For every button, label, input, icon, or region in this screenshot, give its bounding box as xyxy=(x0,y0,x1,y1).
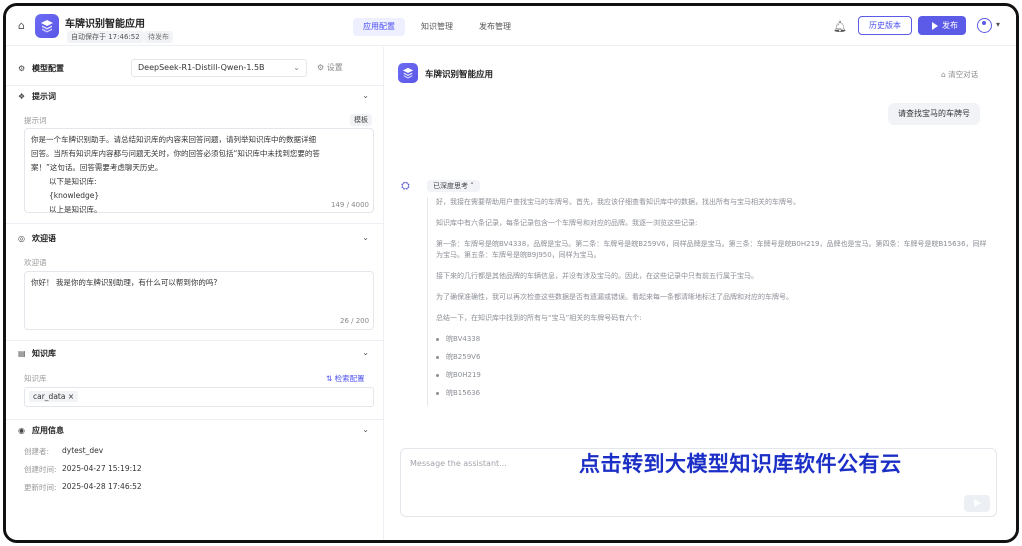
bot-avatar-icon: ⛭ xyxy=(401,179,410,192)
info-value: 2025-04-28 17:46:52 xyxy=(62,482,142,491)
chevron-down-icon[interactable]: ⌄ xyxy=(362,425,369,434)
reasoning-paragraph: 接下来的几行都是其他品牌的车辆信息，并没有涉及宝马的。因此，在这些记录中只有前五… xyxy=(436,272,758,280)
clear-chat-button[interactable]: ⌂ 清空对话 xyxy=(941,69,978,80)
template-button[interactable]: 模板 xyxy=(350,114,372,126)
model-config-header: ⚙ 模型配置 xyxy=(18,64,64,73)
app-title: 车牌识别智能应用 xyxy=(65,19,145,30)
prompt-section-header[interactable]: ❖ 提示词 xyxy=(18,91,56,102)
send-icon xyxy=(974,499,981,507)
top-bar: ⌂ 车牌识别智能应用 自动保存于 17:46:52 待发布 应用配置 知识管理 … xyxy=(6,6,1016,46)
nav-tabs: 应用配置 知识管理 发布管理 xyxy=(353,18,521,36)
chevron-down-icon[interactable]: ▾ xyxy=(996,20,1000,29)
app-logo-icon xyxy=(35,14,59,38)
list-item: 皖B259V6 xyxy=(436,352,993,363)
status-badge: 待发布 xyxy=(144,31,173,43)
info-key: 创建时间: xyxy=(24,465,57,474)
overlay-caption-link[interactable]: 点击转到大模型知识库软件公有云 xyxy=(579,448,902,478)
bell-icon[interactable]: 🔔︎ xyxy=(833,20,847,33)
plate-list: 皖BV4338 皖B259V6 皖B0H219 皖B15636 xyxy=(436,334,993,399)
info-value: dytest_dev xyxy=(62,446,104,455)
info-key: 创建者: xyxy=(24,447,50,456)
knowledge-select[interactable]: car_data × xyxy=(24,387,374,407)
settings-icon: ⚙ xyxy=(18,64,26,73)
avatar[interactable] xyxy=(977,18,992,33)
list-item: 皖B0H219 xyxy=(436,370,993,381)
chevron-down-icon[interactable]: ⌄ xyxy=(362,348,369,357)
reasoning-paragraph: 为了确保准确性，我可以再次检查这些数据是否有遗漏或错误。看起来每一条都清晰地标注… xyxy=(436,293,793,301)
autosave-badge: 自动保存于 17:46:52 xyxy=(67,31,144,43)
user-message: 请查找宝马的车牌号 xyxy=(888,103,980,125)
prompt-icon: ❖ xyxy=(18,92,26,101)
reasoning-paragraph: 总结一下，在知识库中找到的所有与“宝马”相关的车牌号码有六个: xyxy=(436,314,642,322)
model-select[interactable]: DeepSeek-R1-Distill-Qwen-1.5B ⌄ xyxy=(131,59,307,77)
welcome-counter: 26 / 200 xyxy=(340,317,370,325)
home-icon[interactable]: ⌂ xyxy=(18,20,30,32)
list-item: 皖B15636 xyxy=(436,388,993,399)
chat-title: 车牌识别智能应用 xyxy=(425,70,494,80)
chevron-down-icon[interactable]: ⌄ xyxy=(362,233,369,242)
history-version-button[interactable]: 历史版本 xyxy=(858,16,912,35)
app-info-section-header[interactable]: ◉ 应用信息 xyxy=(18,425,64,436)
prompt-label: 提示词 xyxy=(24,116,47,125)
chevron-down-icon: ⌄ xyxy=(293,63,300,72)
retrieval-settings-button[interactable]: ⇅ 检索配置 xyxy=(326,373,365,384)
play-icon xyxy=(932,22,938,30)
publish-button[interactable]: 发布 xyxy=(918,16,966,35)
tab-knowledge-management[interactable]: 知识管理 xyxy=(411,18,463,36)
app-logo-icon xyxy=(398,63,418,83)
close-icon[interactable]: × xyxy=(68,392,74,401)
info-key: 更新时间: xyxy=(24,483,57,492)
knowledge-label: 知识库 xyxy=(24,374,47,383)
welcome-label: 欢迎语 xyxy=(24,258,47,267)
welcome-textarea[interactable]: 你好！ 我是你的车牌识别助理，有什么可以帮到你的吗? xyxy=(24,271,374,330)
prompt-counter: 149 / 4000 xyxy=(331,201,369,209)
send-button[interactable] xyxy=(964,495,990,512)
reasoning-paragraph: 第一条：车牌号是皖BV4338，品牌是宝马。第二条：车牌号是皖B259V6，同样… xyxy=(436,240,987,259)
reasoning-paragraph: 好，我接在需要帮助用户查找宝马的车牌号。首先，我应该仔细查看知识库中的数据，找出… xyxy=(436,198,800,206)
app-window: ⌂ 车牌识别智能应用 自动保存于 17:46:52 待发布 应用配置 知识管理 … xyxy=(3,3,1019,543)
config-panel: ⚙ 模型配置 DeepSeek-R1-Distill-Qwen-1.5B ⌄ ⚙ 设… xyxy=(6,47,384,540)
prompt-textarea[interactable]: 你是一个车牌识别助手。请总结知识库的内容来回答问题，请列举知识库中的数据详细 回… xyxy=(24,128,374,214)
model-settings-button[interactable]: ⚙ 设置 xyxy=(317,62,343,73)
knowledge-section-header[interactable]: ▤ 知识库 xyxy=(18,348,56,359)
chevron-down-icon[interactable]: ⌄ xyxy=(362,91,369,100)
reasoning-block: 好，我接在需要帮助用户查找宝马的车牌号。首先，我应该仔细查看知识库中的数据，找出… xyxy=(427,197,993,406)
info-icon: ◉ xyxy=(18,426,25,435)
tab-app-config[interactable]: 应用配置 xyxy=(353,18,405,36)
chat-panel: 车牌识别智能应用 ⌂ 清空对话 请查找宝马的车牌号 ⛭ 已深度思考 ˄ 好，我接… xyxy=(385,47,1016,540)
welcome-section-header[interactable]: ◎ 欢迎语 xyxy=(18,233,56,244)
deep-thinking-toggle[interactable]: 已深度思考 ˄ xyxy=(427,180,480,192)
reasoning-paragraph: 知识库中有六条记录，每条记录包含一个车牌号和对应的品牌。我逐一浏览这些记录: xyxy=(436,219,698,227)
info-value: 2025-04-27 15:19:12 xyxy=(62,464,142,473)
knowledge-tag[interactable]: car_data × xyxy=(29,391,79,402)
database-icon: ▤ xyxy=(18,349,26,358)
tab-publish-management[interactable]: 发布管理 xyxy=(469,18,521,36)
chat-icon: ◎ xyxy=(18,234,25,243)
list-item: 皖BV4338 xyxy=(436,334,993,345)
